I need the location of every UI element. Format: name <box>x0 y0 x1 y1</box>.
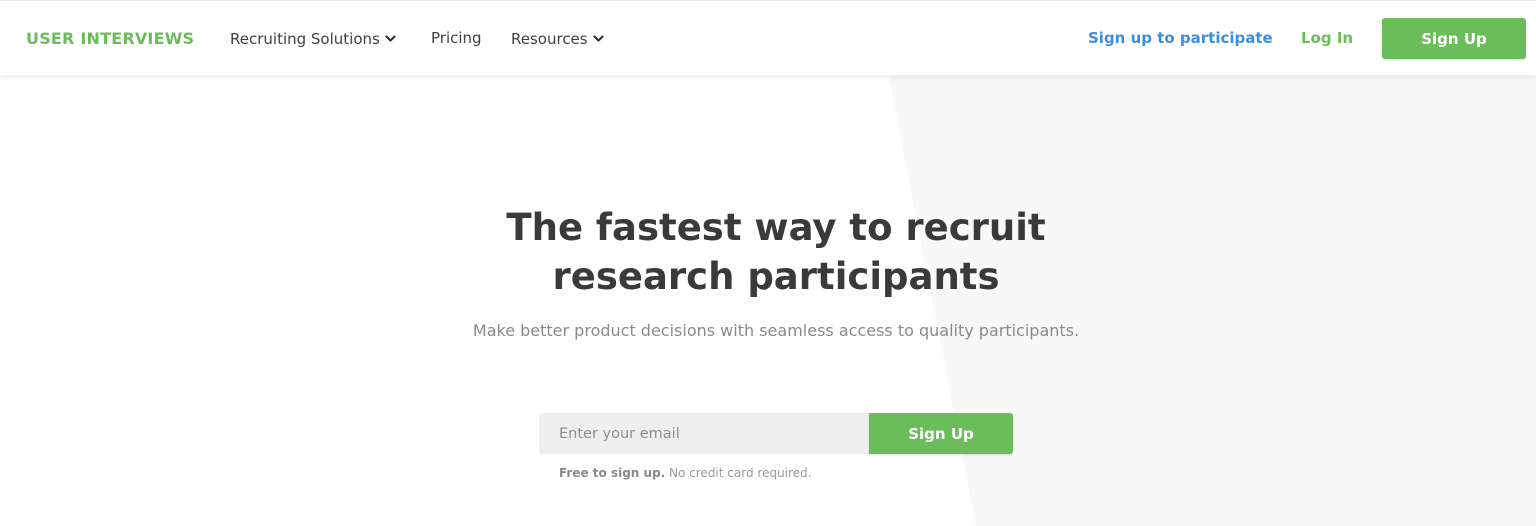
nav-recruiting-solutions[interactable]: Recruiting Solutions <box>230 29 396 48</box>
fineprint: Free to sign up. No credit card required… <box>559 466 812 480</box>
top-navbar: USER INTERVIEWS Recruiting Solutions Pri… <box>0 0 1536 75</box>
chevron-down-icon <box>385 29 396 47</box>
subheadline: Make better product decisions with seaml… <box>472 321 1080 340</box>
chevron-down-icon <box>593 29 604 47</box>
headline-line-2: research participants <box>552 255 1000 298</box>
page-title: The fastest way to recruit research part… <box>400 203 1152 301</box>
hero-section: The fastest way to recruit research part… <box>0 0 1536 526</box>
logo[interactable]: USER INTERVIEWS <box>26 29 194 48</box>
nav-resources-label: Resources <box>511 30 588 48</box>
log-in-link[interactable]: Log In <box>1301 29 1353 47</box>
nav-sign-up-button[interactable]: Sign Up <box>1382 18 1526 59</box>
fineprint-rest: No credit card required. <box>665 466 812 480</box>
fineprint-bold: Free to sign up. <box>559 466 666 480</box>
sign-up-to-participate-link[interactable]: Sign up to participate <box>1088 29 1273 47</box>
nav-recruiting-label: Recruiting Solutions <box>230 30 380 48</box>
nav-resources[interactable]: Resources <box>511 29 604 48</box>
email-input[interactable] <box>539 413 869 454</box>
nav-pricing[interactable]: Pricing <box>431 29 482 47</box>
headline-line-1: The fastest way to recruit <box>506 206 1046 249</box>
hero-sign-up-button[interactable]: Sign Up <box>869 413 1013 454</box>
